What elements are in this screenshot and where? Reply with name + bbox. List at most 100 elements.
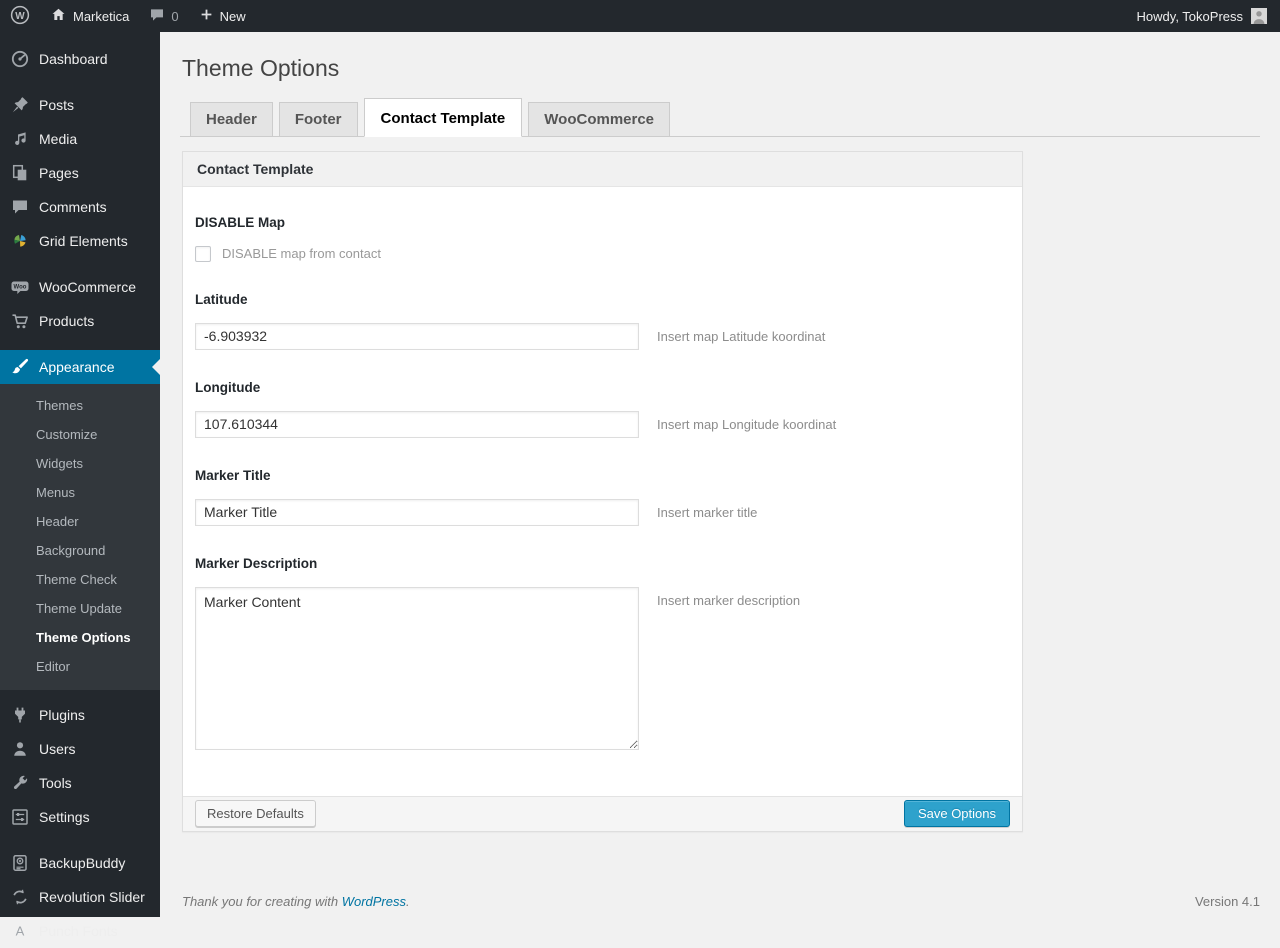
tab-contact-template[interactable]: Contact Template xyxy=(363,97,523,137)
menu-separator xyxy=(0,76,160,88)
svg-text:W: W xyxy=(15,11,25,22)
submenu-item-theme-update[interactable]: Theme Update xyxy=(0,594,160,623)
sliders-icon xyxy=(10,807,30,827)
submenu-item-theme-options[interactable]: Theme Options xyxy=(0,623,160,652)
new-label: New xyxy=(219,8,246,24)
sidebar-item-tools[interactable]: Tools xyxy=(0,766,160,800)
sidebar-item-label: Media xyxy=(39,131,78,147)
tab-bar: Header Footer Contact Template WooCommer… xyxy=(180,97,1260,137)
comments-count: 0 xyxy=(171,8,179,24)
latitude-label: Latitude xyxy=(195,291,248,307)
submenu-item-customize[interactable]: Customize xyxy=(0,420,160,449)
latitude-input[interactable] xyxy=(195,322,639,350)
account-menu[interactable]: Howdy, TokoPress xyxy=(1124,8,1280,24)
sidebar-item-comments[interactable]: Comments xyxy=(0,190,160,224)
sidebar-item-settings[interactable]: Settings xyxy=(0,800,160,834)
pages-icon xyxy=(10,163,30,183)
avatar xyxy=(1251,8,1267,24)
active-menu-arrow xyxy=(152,359,160,375)
plus-icon xyxy=(199,7,214,25)
sidebar-item-pages[interactable]: Pages xyxy=(0,156,160,190)
sidebar-item-media[interactable]: Media xyxy=(0,122,160,156)
sidebar-item-users[interactable]: Users xyxy=(0,732,160,766)
grid-elements-icon xyxy=(10,231,30,251)
site-name-link[interactable]: Marketica xyxy=(40,0,139,32)
sidebar-item-label: Grid Elements xyxy=(39,233,128,249)
contact-template-panel: Contact Template DISABLE Map DISABLE map… xyxy=(182,150,1023,832)
submenu-item-menus[interactable]: Menus xyxy=(0,478,160,507)
backup-drive-icon xyxy=(10,853,30,873)
sidebar-item-plugins[interactable]: Plugins xyxy=(0,698,160,732)
comment-bubble-icon xyxy=(10,197,30,217)
footer-thanks-period: . xyxy=(406,893,410,909)
tab-woocommerce[interactable]: WooCommerce xyxy=(528,101,671,136)
site-name-label: Marketica xyxy=(73,8,130,24)
media-note-icon xyxy=(10,129,30,149)
sidebar-item-label: Settings xyxy=(39,809,90,825)
sidebar-item-label: Pages xyxy=(39,165,79,181)
howdy-label: Howdy, TokoPress xyxy=(1136,8,1243,24)
wordpress-logo-icon: W xyxy=(10,5,30,28)
submenu-item-widgets[interactable]: Widgets xyxy=(0,449,160,478)
longitude-hint: Insert map Longitude koordinat xyxy=(657,416,837,432)
dashboard-icon xyxy=(10,49,30,69)
submenu-item-editor[interactable]: Editor xyxy=(0,652,160,681)
wordpress-logo-menu[interactable]: W xyxy=(0,0,40,32)
sidebar-item-backupbuddy[interactable]: BackupBuddy xyxy=(0,846,160,880)
plug-icon xyxy=(10,705,30,725)
sidebar-item-label: Plugins xyxy=(39,707,85,723)
sidebar-item-grid-elements[interactable]: Grid Elements xyxy=(0,224,160,258)
sidebar-item-label: Comments xyxy=(39,199,107,215)
save-options-button[interactable]: Save Options xyxy=(903,800,1010,828)
longitude-input[interactable] xyxy=(195,410,639,438)
sidebar-item-appearance[interactable]: Appearance xyxy=(0,350,160,384)
panel-body: DISABLE Map DISABLE map from contact Lat… xyxy=(183,187,1022,796)
submenu-item-theme-check[interactable]: Theme Check xyxy=(0,565,160,594)
field-group-disable-map: DISABLE Map DISABLE map from contact xyxy=(183,215,1022,262)
menu-separator xyxy=(0,258,160,270)
menu-separator xyxy=(0,690,160,698)
sidebar-item-label: Revolution Slider xyxy=(39,889,145,905)
svg-text:A: A xyxy=(16,924,25,939)
tab-footer[interactable]: Footer xyxy=(278,101,358,136)
sidebar-item-dashboard[interactable]: Dashboard xyxy=(0,42,160,76)
sidebar-item-woocommerce[interactable]: Woo WooCommerce xyxy=(0,270,160,304)
field-group-latitude: Latitude Insert map Latitude koordinat xyxy=(183,292,1022,350)
sidebar-item-label: Dashboard xyxy=(39,51,108,67)
sidebar-item-products[interactable]: Products xyxy=(0,304,160,338)
restore-defaults-button[interactable]: Restore Defaults xyxy=(195,800,316,828)
sidebar-item-posts[interactable]: Posts xyxy=(0,88,160,122)
field-group-marker-description: Marker Description Insert marker descrip… xyxy=(183,556,1022,750)
sidebar-item-revolution-slider[interactable]: Revolution Slider xyxy=(0,880,160,914)
home-icon xyxy=(50,6,67,26)
submenu-item-themes[interactable]: Themes xyxy=(0,391,160,420)
marker-title-input[interactable] xyxy=(195,498,639,526)
sidebar-item-label: BackupBuddy xyxy=(39,855,126,871)
wordpress-link[interactable]: WordPress xyxy=(342,894,406,909)
page-title: Theme Options xyxy=(182,55,340,81)
submenu-item-background[interactable]: Background xyxy=(0,536,160,565)
sidebar-item-label: WooCommerce xyxy=(39,279,136,295)
sidebar-item-label: Posts xyxy=(39,97,75,113)
sidebar-item-label: Punch Fonts xyxy=(39,923,118,939)
sidebar-item-label: Tools xyxy=(39,775,72,791)
longitude-row: Insert map Longitude koordinat xyxy=(195,410,1010,438)
admin-bar: W Marketica 0 New Howdy, TokoPress xyxy=(0,0,1280,32)
footer-thanks-prefix: Thank you for creating with xyxy=(182,893,342,909)
new-content-menu[interactable]: New xyxy=(189,0,256,32)
pushpin-icon xyxy=(10,95,30,115)
marker-title-label: Marker Title xyxy=(195,467,271,483)
tab-header[interactable]: Header xyxy=(190,101,273,136)
disable-map-checkbox[interactable] xyxy=(195,245,211,262)
disable-map-checkbox-label: DISABLE map from contact xyxy=(222,246,381,262)
submenu-item-header[interactable]: Header xyxy=(0,507,160,536)
marker-description-hint: Insert marker description xyxy=(657,592,801,608)
marker-description-row: Insert marker description xyxy=(195,586,1010,750)
wrench-icon xyxy=(10,773,30,793)
person-icon xyxy=(10,739,30,759)
disable-map-row: DISABLE map from contact xyxy=(195,245,1010,262)
marker-title-row: Insert marker title xyxy=(195,498,1010,526)
marker-description-textarea[interactable] xyxy=(195,586,639,750)
comments-indicator[interactable]: 0 xyxy=(139,0,188,32)
sidebar-item-punch-fonts[interactable]: A Punch Fonts xyxy=(0,914,160,948)
